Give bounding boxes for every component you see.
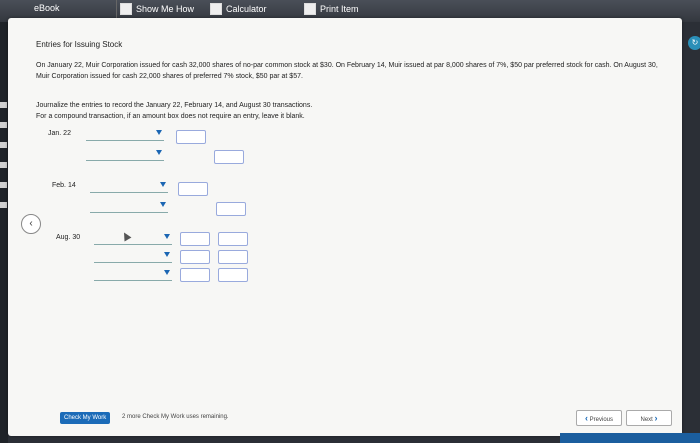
- sidebar-tab[interactable]: [0, 102, 7, 108]
- calculator-label: Calculator: [226, 4, 267, 14]
- debit-input-aug-1[interactable]: [180, 232, 210, 246]
- debit-input-feb-1[interactable]: [178, 182, 208, 196]
- problem-text: On January 22, Muir Corporation issued f…: [36, 62, 658, 80]
- refresh-icon[interactable]: ↻: [688, 36, 700, 50]
- instruction-line-1: Journalize the entries to record the Jan…: [36, 102, 313, 109]
- show-me-how-button[interactable]: Show Me How: [120, 3, 194, 15]
- debit-input-aug-2[interactable]: [180, 250, 210, 264]
- show-me-how-icon: [120, 3, 132, 15]
- calculator-button[interactable]: Calculator: [210, 3, 267, 15]
- instruction-line-2: For a compound transaction, if an amount…: [36, 113, 305, 120]
- debit-input-jan-1[interactable]: [176, 130, 206, 144]
- print-item-label: Print Item: [320, 4, 359, 14]
- chevron-down-icon: [164, 234, 170, 239]
- credit-input-aug-3[interactable]: [218, 268, 248, 282]
- credit-input-aug-1[interactable]: [218, 232, 248, 246]
- chevron-down-icon: [164, 270, 170, 275]
- account-select-jan-2[interactable]: [86, 150, 164, 161]
- print-icon: [304, 3, 316, 15]
- chevron-left-icon: ‹: [584, 413, 588, 423]
- debit-input-aug-3[interactable]: [180, 268, 210, 282]
- show-me-how-label: Show Me How: [136, 4, 195, 14]
- calculator-icon: [210, 3, 222, 15]
- remaining-uses-text: 2 more Check My Work uses remaining.: [122, 414, 229, 420]
- problem-panel: Entries for Issuing Stock On January 22,…: [8, 18, 682, 436]
- credit-input-aug-2[interactable]: [218, 250, 248, 264]
- chevron-right-icon: ›: [654, 413, 658, 423]
- chevron-down-icon: [164, 252, 170, 257]
- account-select-aug-3[interactable]: [94, 270, 172, 281]
- instructions: Journalize the entries to record the Jan…: [36, 100, 636, 122]
- chevron-down-icon: [160, 182, 166, 187]
- sidebar-tab[interactable]: [0, 182, 7, 188]
- print-item-button[interactable]: Print Item: [304, 3, 359, 15]
- chevron-down-icon: [160, 202, 166, 207]
- sidebar-tab[interactable]: [0, 142, 7, 148]
- chevron-down-icon: [156, 130, 162, 135]
- chevron-down-icon: [156, 150, 162, 155]
- back-arrow-icon[interactable]: ‹: [21, 214, 41, 234]
- credit-input-jan-2[interactable]: [214, 150, 244, 164]
- ebook-button[interactable]: eBook: [34, 3, 60, 13]
- bottom-action-bar[interactable]: [560, 433, 700, 443]
- sidebar-tab[interactable]: [0, 162, 7, 168]
- credit-input-feb-2[interactable]: [216, 202, 246, 216]
- left-sidebar: [0, 22, 8, 443]
- account-select-feb-1[interactable]: [90, 182, 168, 193]
- account-select-feb-2[interactable]: [90, 202, 168, 213]
- entry-date-aug: Aug. 30: [56, 234, 81, 241]
- problem-title: Entries for Issuing Stock: [36, 40, 123, 49]
- account-select-aug-2[interactable]: [94, 252, 172, 263]
- account-select-aug-1[interactable]: [94, 234, 172, 245]
- sidebar-tab[interactable]: [0, 122, 7, 128]
- sidebar-tab[interactable]: [0, 202, 7, 208]
- entry-date-jan: Jan. 22: [48, 130, 71, 137]
- entry-date-feb: Feb. 14: [52, 182, 76, 189]
- previous-label: Previous: [589, 417, 613, 423]
- next-button[interactable]: Next ›: [626, 410, 672, 426]
- check-my-work-button[interactable]: Check My Work: [60, 412, 111, 424]
- account-select-jan-1[interactable]: [86, 130, 164, 141]
- ebook-label: eBook: [34, 3, 60, 13]
- previous-button[interactable]: ‹ Previous: [576, 410, 622, 426]
- next-label: Next: [640, 417, 653, 423]
